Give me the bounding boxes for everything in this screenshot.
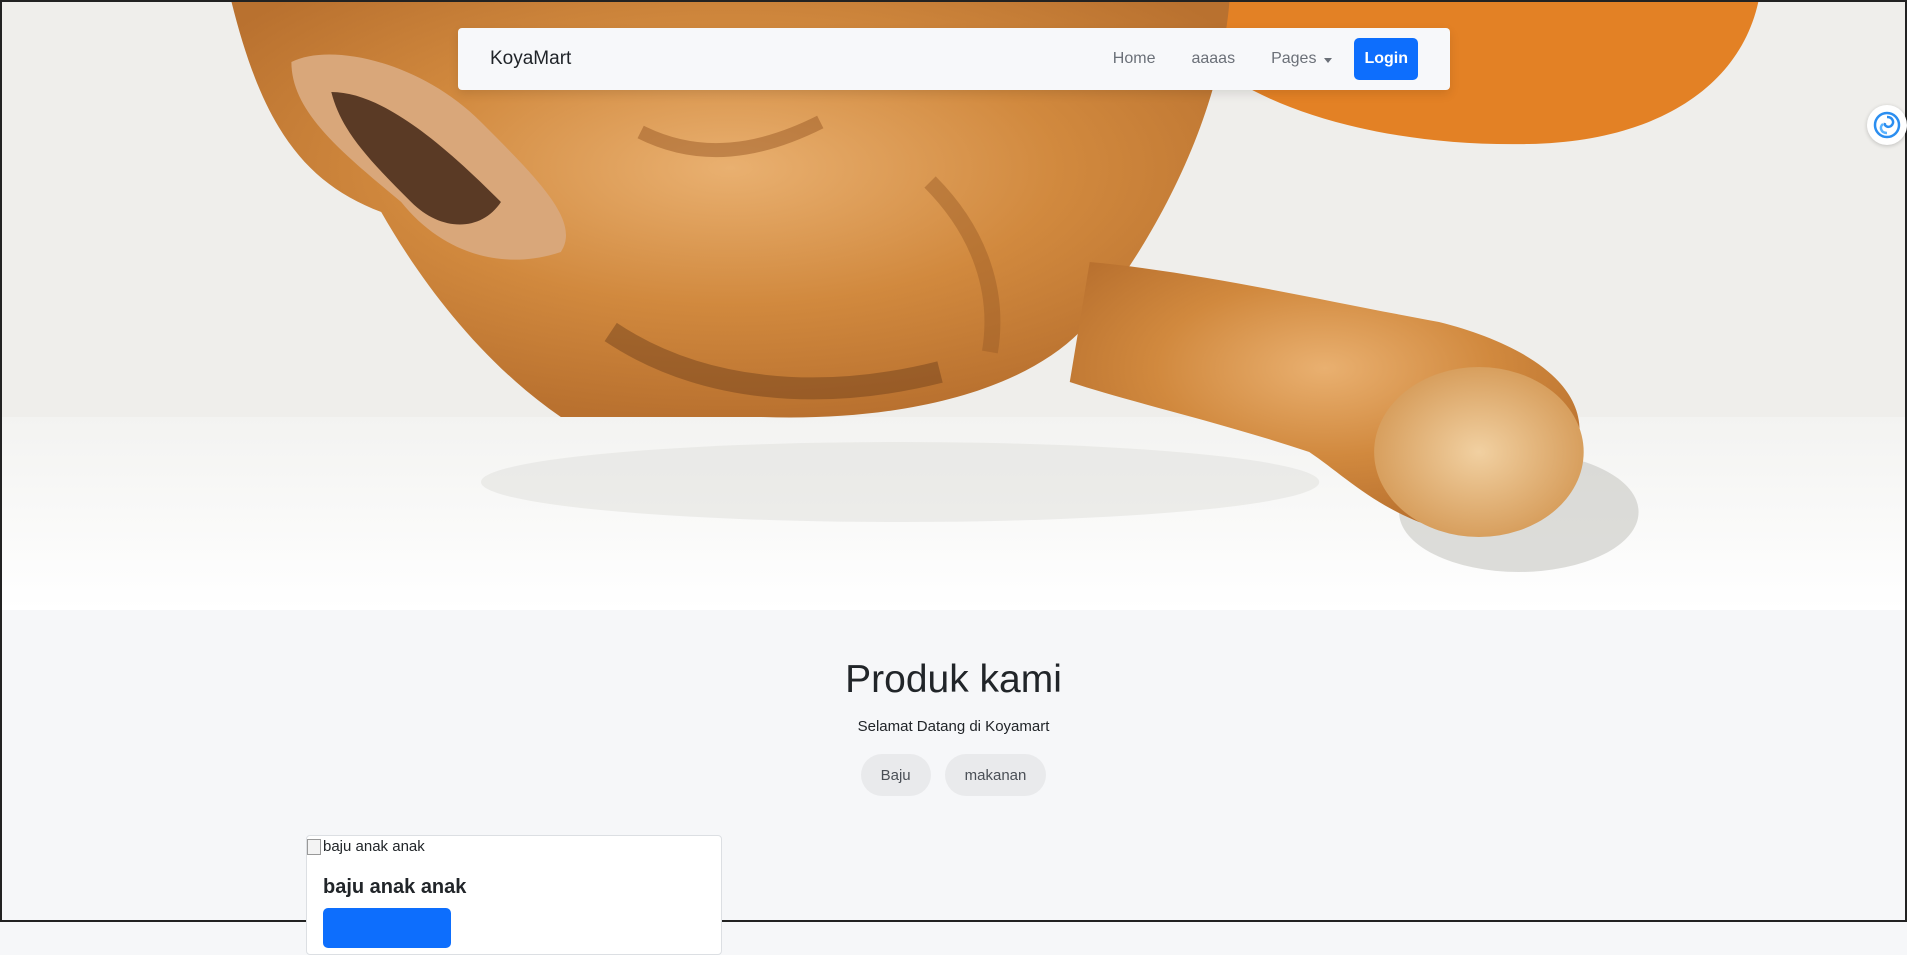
section-subtitle: Selamat Datang di Koyamart <box>857 718 1050 735</box>
hero-cat-image <box>2 2 1905 610</box>
product-action-button[interactable] <box>323 908 451 948</box>
product-card: baju anak anak baju anak anak <box>306 835 722 955</box>
top-navbar: KoyaMart Home aaaas Pages Login <box>458 28 1450 90</box>
chevron-down-icon <box>1324 57 1333 63</box>
filter-pill-makanan[interactable]: makanan <box>944 754 1047 796</box>
swirl-icon <box>1873 111 1901 139</box>
category-filters: Baju makanan <box>2 754 1905 796</box>
nav-link-home[interactable]: Home <box>1113 50 1156 68</box>
hero-banner <box>2 2 1905 610</box>
product-title: baju anak anak <box>323 876 467 898</box>
product-image-alt: baju anak anak <box>323 838 425 855</box>
login-button[interactable]: Login <box>1354 38 1418 80</box>
broken-image-icon <box>307 838 321 855</box>
nav-link-aaaas[interactable]: aaaas <box>1191 50 1235 68</box>
filter-pill-baju[interactable]: Baju <box>860 754 931 796</box>
brand-logo[interactable]: KoyaMart <box>490 48 571 70</box>
nav-dropdown-pages[interactable]: Pages <box>1271 50 1333 68</box>
product-image: baju anak anak <box>307 838 425 855</box>
floating-assistant-button[interactable] <box>1867 105 1907 145</box>
section-title: Produk kami <box>845 658 1062 701</box>
nav-dropdown-label: Pages <box>1271 50 1317 67</box>
nav-links: Home aaaas Pages Login <box>1113 38 1418 80</box>
